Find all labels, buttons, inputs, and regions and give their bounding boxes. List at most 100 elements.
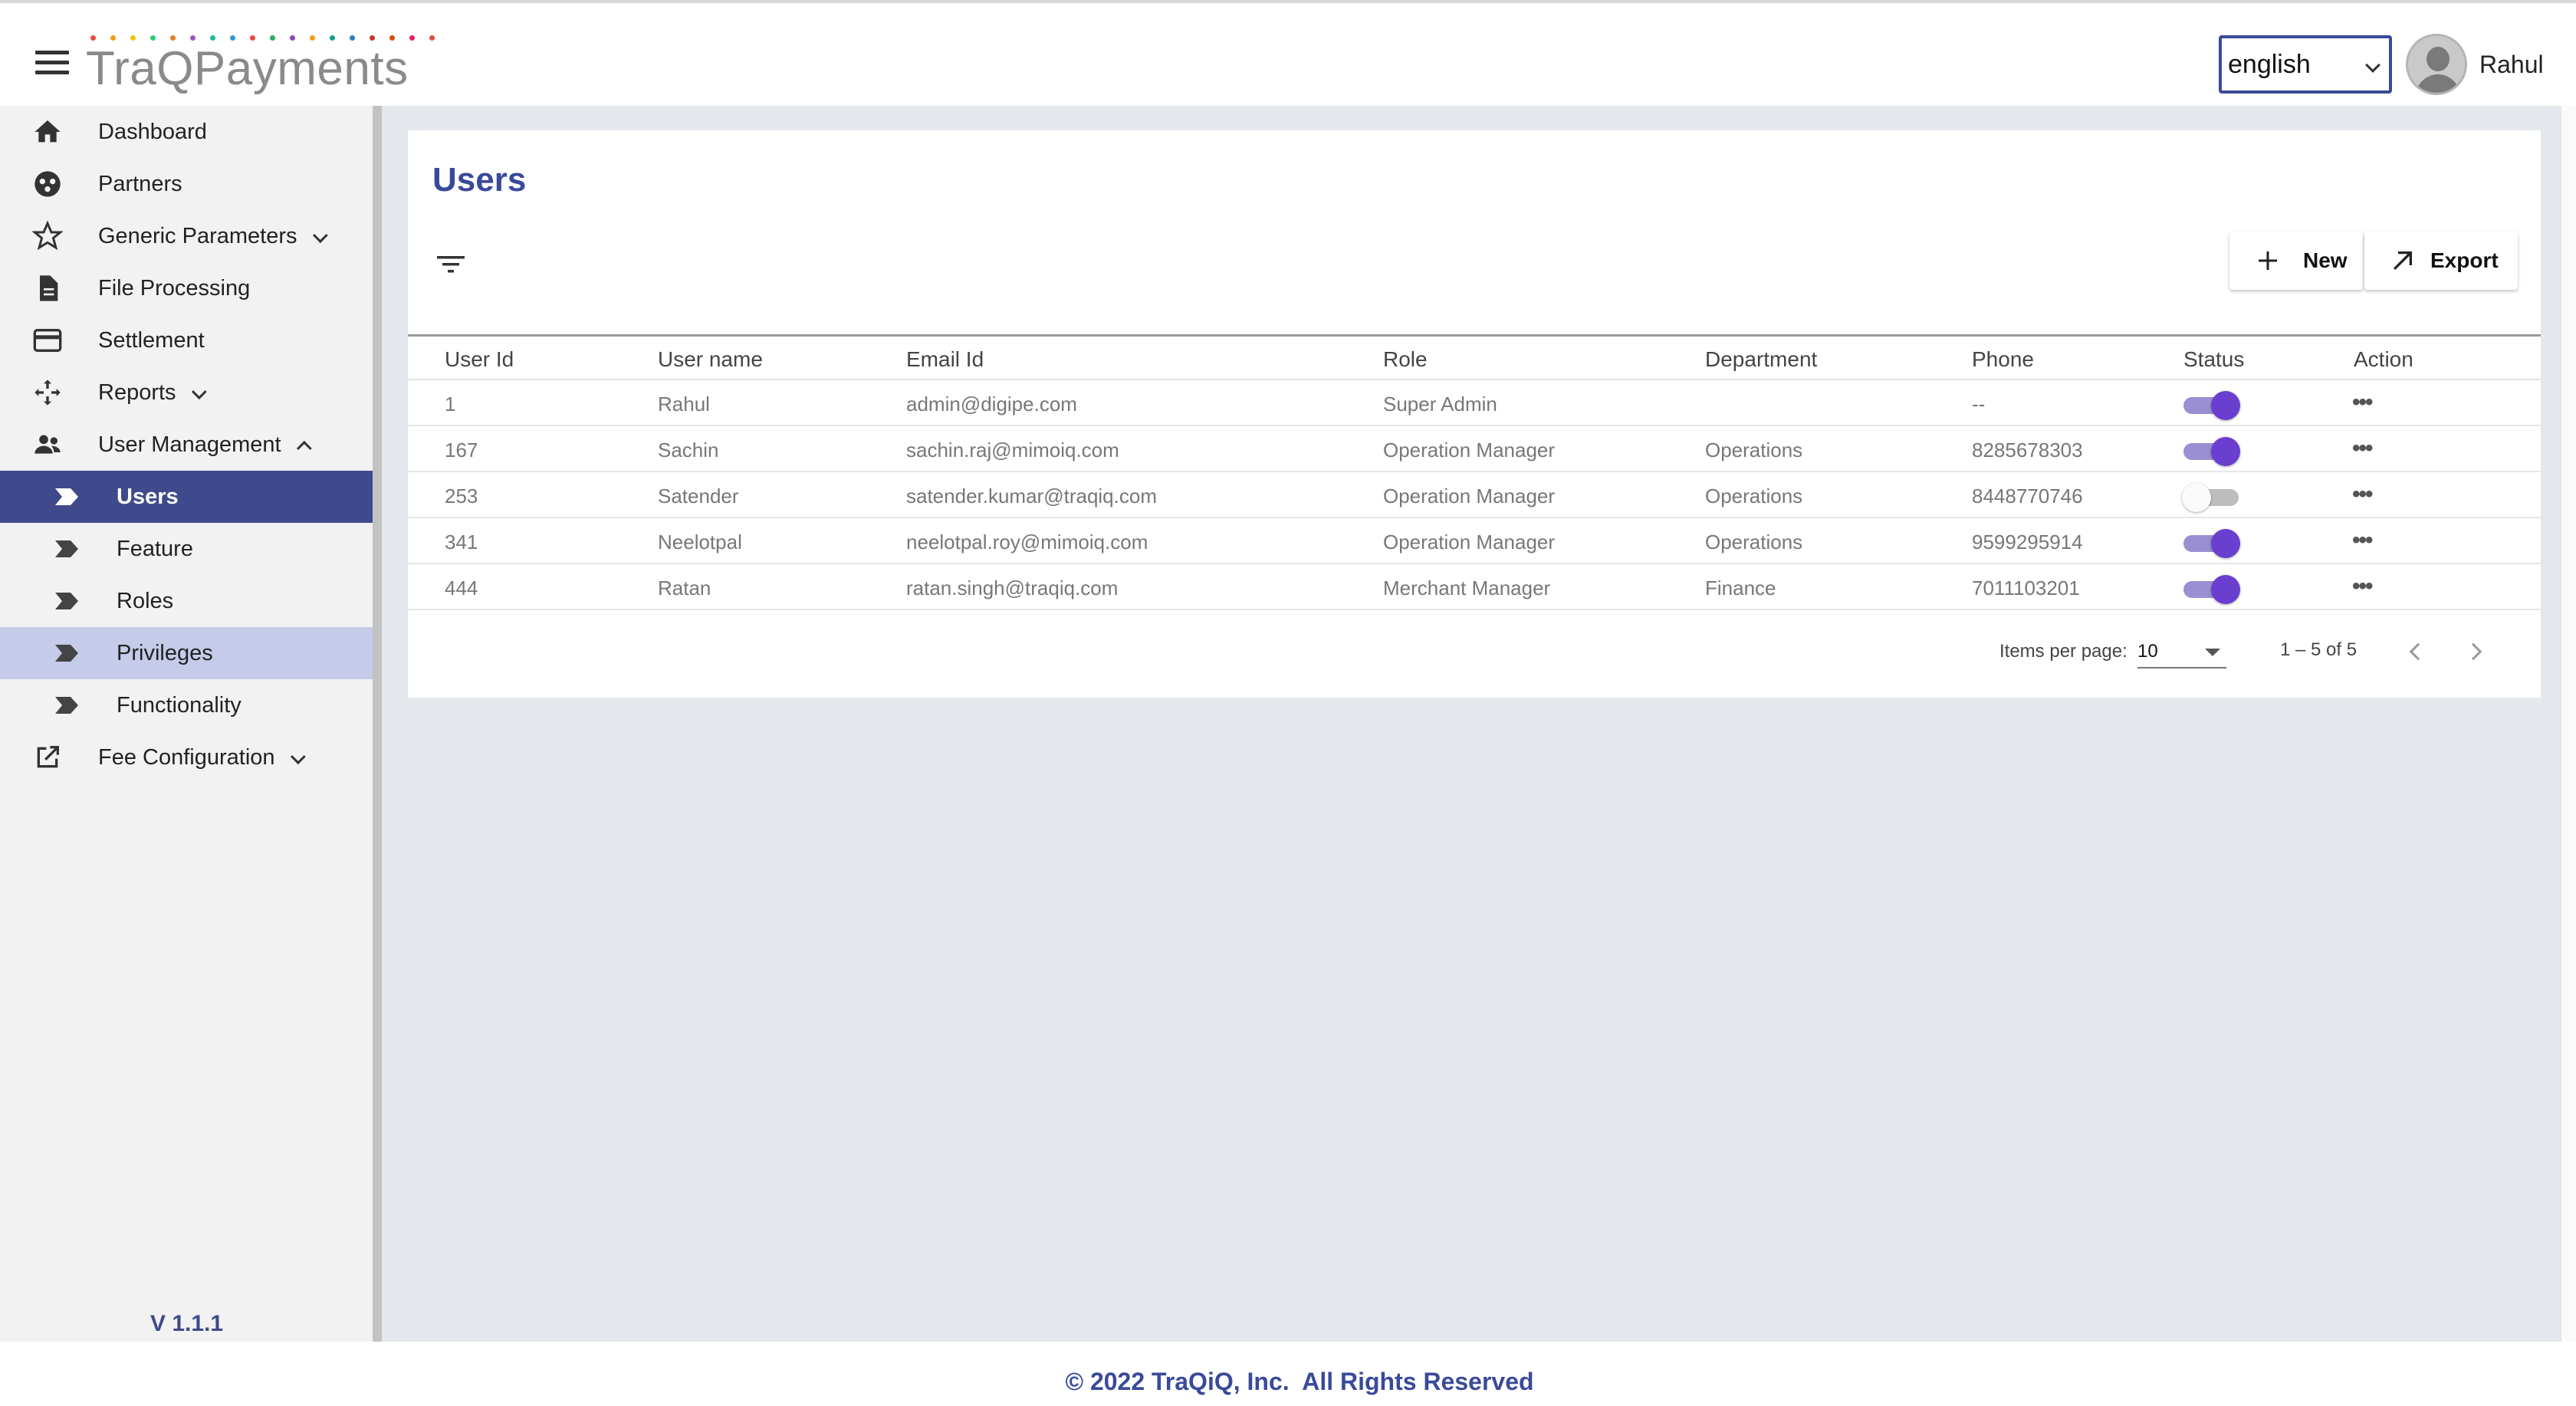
cell-phone: 8448770746 (1972, 485, 2083, 508)
sidebar-item-label: Dashboard (98, 119, 207, 144)
sidebar-item-privileges[interactable]: Privileges (0, 627, 373, 679)
sidebar-item-label: File Processing (98, 275, 251, 301)
menu-icon[interactable] (35, 51, 69, 78)
sidebar-item-functionality[interactable]: Functionality (0, 679, 373, 731)
next-page-button[interactable] (2459, 635, 2493, 669)
items-per-page-value: 10 (2137, 641, 2158, 662)
chevron-down-icon (312, 227, 328, 243)
user-name[interactable]: Rahul (2479, 51, 2544, 79)
sidebar-item-label-wrap: Reports (98, 379, 207, 406)
column-header[interactable]: User name (658, 347, 763, 372)
cell-user-name: Sachin (658, 439, 719, 462)
more-actions-icon[interactable]: ••• (2352, 481, 2373, 508)
table-row[interactable]: 167 Sachin sachin.raj@mimoiq.com Operati… (408, 426, 2541, 472)
sidebar-item-feature[interactable]: Feature (0, 523, 373, 575)
sidebar-item-label: Roles (117, 588, 174, 613)
column-header[interactable]: User Id (445, 347, 514, 372)
sidebar: Dashboard Partners Generic Parameters Fi… (0, 106, 373, 1342)
cell-phone: 7011103201 (1972, 577, 2080, 600)
sidebar-item-reports[interactable]: Reports (0, 366, 373, 419)
status-toggle[interactable] (2182, 483, 2240, 512)
more-actions-icon[interactable]: ••• (2352, 389, 2373, 416)
table-row[interactable]: 1 Rahul admin@digipe.com Super Admin -- … (408, 380, 2541, 426)
sidebar-item-settlement[interactable]: Settlement (0, 314, 373, 366)
more-actions-icon[interactable]: ••• (2352, 573, 2373, 600)
items-per-page-select[interactable]: 10 (2137, 635, 2226, 669)
sidebar-item-file-processing[interactable]: File Processing (0, 262, 373, 314)
external-link-icon (31, 741, 64, 774)
sidebar-item-label-wrap: Fee Configuration (98, 745, 306, 770)
arrow-up-right-icon (2394, 251, 2412, 270)
status-toggle[interactable] (2183, 529, 2240, 558)
cell-user-name: Ratan (658, 577, 711, 600)
page-scrollbar[interactable] (2561, 106, 2576, 1342)
cell-user-name: Rahul (658, 393, 710, 416)
language-select[interactable]: english (2219, 35, 2392, 94)
cell-email: neelotpal.roy@mimoiq.com (906, 531, 1148, 554)
sidebar-item-users[interactable]: Users (0, 471, 373, 523)
people-icon (31, 428, 64, 462)
sidebar-item-roles[interactable]: Roles (0, 575, 373, 627)
sidebar-scrollbar[interactable] (373, 106, 382, 1342)
home-icon (31, 115, 64, 149)
sidebar-item-label: Reports (98, 379, 176, 405)
column-header[interactable]: Phone (1972, 347, 2034, 372)
cell-department: Operations (1705, 531, 1803, 554)
language-value: english (2228, 49, 2311, 79)
sidebar-item-label: User Management (98, 432, 281, 457)
sidebar-item-label: Users (117, 484, 179, 509)
sidebar-item-label: Feature (117, 536, 193, 561)
status-toggle[interactable] (2183, 391, 2240, 420)
cell-user-id: 253 (445, 485, 478, 508)
table-row[interactable]: 341 Neelotpal neelotpal.roy@mimoiq.com O… (408, 518, 2541, 564)
chevron-down-icon (2365, 57, 2380, 73)
sidebar-item-user-management[interactable]: User Management (0, 419, 373, 471)
table-row[interactable]: 444 Ratan ratan.singh@traqiq.com Merchan… (408, 564, 2541, 610)
column-header[interactable]: Status (2183, 347, 2244, 372)
plus-icon (2259, 251, 2277, 270)
cell-user-id: 167 (445, 439, 478, 462)
column-header[interactable]: Role (1383, 347, 1428, 372)
column-header[interactable]: Email Id (906, 347, 984, 372)
arrow-tag-icon (55, 488, 78, 505)
sidebar-item-label-wrap: Generic Parameters (98, 223, 328, 249)
reports-icon (31, 376, 64, 409)
users-card: Users New Export User Id User name Email… (408, 130, 2541, 698)
sidebar-item-partners[interactable]: Partners (0, 158, 373, 210)
cell-email: satender.kumar@traqiq.com (906, 485, 1157, 508)
chevron-left-icon (2409, 642, 2427, 661)
paginator: Items per page: 10 1 – 5 of 5 (408, 621, 2541, 682)
partners-icon (31, 167, 64, 201)
page-title: Users (432, 161, 527, 199)
filter-icon[interactable] (435, 253, 466, 276)
cell-user-name: Neelotpal (658, 531, 742, 554)
sidebar-item-label-wrap: User Management (98, 432, 312, 458)
new-button[interactable]: New (2229, 232, 2363, 290)
arrow-tag-icon (55, 593, 78, 609)
sidebar-item-label: Generic Parameters (98, 223, 297, 248)
file-icon (31, 271, 64, 305)
cell-role: Operation Manager (1383, 439, 1556, 462)
table-header: User Id User name Email Id Role Departme… (408, 334, 2541, 380)
export-button[interactable]: Export (2364, 232, 2518, 290)
sidebar-item-dashboard[interactable]: Dashboard (0, 106, 373, 158)
table-row[interactable]: 253 Satender satender.kumar@traqiq.com O… (408, 472, 2541, 518)
more-actions-icon[interactable]: ••• (2352, 435, 2373, 462)
status-toggle[interactable] (2183, 437, 2240, 466)
cell-user-id: 1 (445, 393, 456, 416)
cell-department: Operations (1705, 439, 1803, 462)
status-toggle[interactable] (2183, 575, 2240, 604)
cell-email: ratan.singh@traqiq.com (906, 577, 1119, 600)
new-button-label: New (2303, 248, 2348, 272)
previous-page-button[interactable] (2398, 635, 2432, 669)
sidebar-item-generic-parameters[interactable]: Generic Parameters (0, 210, 373, 262)
avatar[interactable] (2406, 34, 2467, 95)
more-actions-icon[interactable]: ••• (2352, 527, 2373, 554)
cell-email: sachin.raj@mimoiq.com (906, 439, 1119, 462)
dropdown-arrow-icon (2205, 649, 2220, 656)
cell-role: Super Admin (1383, 393, 1497, 416)
app-version: V 1.1.1 (150, 1311, 224, 1336)
sidebar-item-fee-configuration[interactable]: Fee Configuration (0, 731, 373, 783)
column-header[interactable]: Department (1705, 347, 1817, 372)
logo-text: TraQPayments (86, 42, 409, 95)
